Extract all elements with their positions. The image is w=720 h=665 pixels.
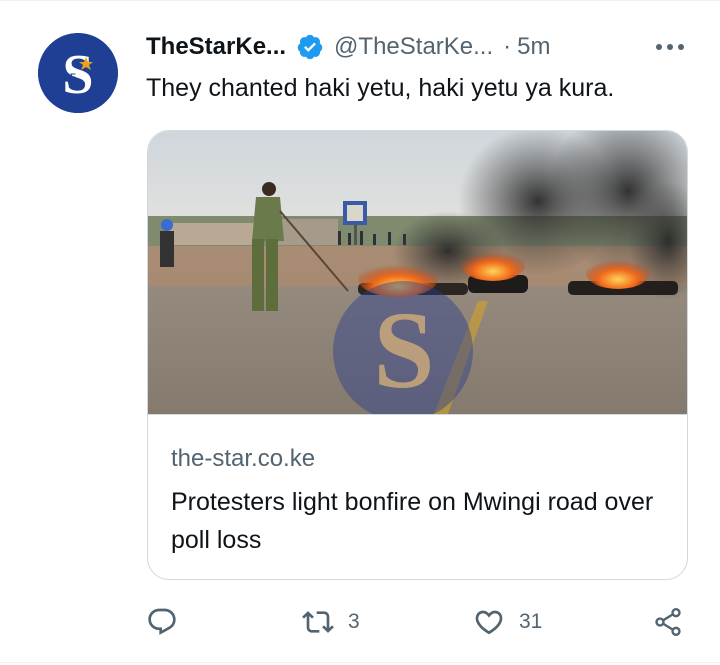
tweet-header: TheStarKe... @TheStarKe... · 5m	[146, 30, 686, 64]
handle[interactable]: @TheStarKe...	[334, 33, 493, 61]
verified-badge-icon	[297, 34, 323, 60]
reply-button[interactable]	[146, 600, 192, 644]
svg-text:S: S	[373, 289, 434, 411]
card-image[interactable]: S	[148, 131, 687, 414]
retweet-count: 3	[348, 610, 360, 633]
display-name[interactable]: TheStarKe...	[146, 33, 286, 61]
the-star-logo-icon: S THE	[38, 33, 118, 113]
tweet-actions: 3 31	[146, 600, 691, 644]
like-button[interactable]: 31	[473, 600, 542, 644]
like-count: 31	[519, 610, 543, 633]
link-card[interactable]: S the-star.co.ke Protesters light bonfir…	[147, 130, 688, 580]
heart-icon	[475, 610, 503, 635]
svg-text:THE: THE	[58, 72, 76, 82]
retweet-icon	[302, 611, 334, 633]
avatar[interactable]: S THE	[38, 33, 118, 113]
separator-dot: ·	[503, 33, 512, 60]
retweet-button[interactable]: 3	[302, 600, 360, 644]
share-icon	[655, 608, 681, 636]
card-domain: the-star.co.ke	[171, 445, 316, 472]
bottom-divider	[0, 662, 720, 663]
card-title: Protesters light bonfire on Mwingi road …	[171, 488, 654, 554]
card-divider	[148, 414, 687, 415]
more-button[interactable]	[654, 32, 686, 62]
tweet-text: They chanted haki yetu, haki yetu ya kur…	[146, 74, 615, 102]
more-horizontal-icon	[656, 44, 684, 50]
top-divider	[0, 0, 720, 1]
share-button[interactable]	[652, 600, 684, 644]
timestamp[interactable]: 5m	[517, 33, 550, 61]
reply-icon	[148, 608, 176, 635]
